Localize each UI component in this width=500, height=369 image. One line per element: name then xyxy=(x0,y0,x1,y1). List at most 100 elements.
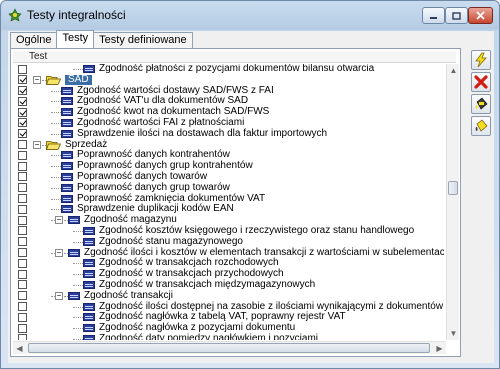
test-icon xyxy=(61,97,73,106)
paint-bucket-yellow-icon xyxy=(475,119,488,132)
tree-connector xyxy=(51,198,61,200)
test-label: SAD xyxy=(65,74,92,86)
test-icon xyxy=(61,86,73,95)
horizontal-scroll-thumb[interactable] xyxy=(28,343,430,353)
row-checkbox[interactable] xyxy=(18,291,27,301)
cancel-button[interactable] xyxy=(471,72,491,92)
select-none-button[interactable] xyxy=(471,116,491,136)
vertical-scroll-thumb[interactable] xyxy=(448,181,458,195)
row-checkbox[interactable] xyxy=(18,194,27,204)
row-checkbox[interactable] xyxy=(18,96,27,106)
collapse-icon[interactable]: − xyxy=(33,140,41,149)
tree-connector xyxy=(51,166,61,168)
scroll-right-icon[interactable]: ▶ xyxy=(433,342,446,355)
row-checkbox[interactable] xyxy=(18,107,27,117)
row-checkbox[interactable] xyxy=(18,140,27,150)
test-icon xyxy=(83,65,95,73)
scroll-left-icon[interactable]: ◀ xyxy=(13,342,26,355)
app-icon xyxy=(8,8,22,22)
test-label: Zgodność daty pomiędzy nagłówkiem i pozy… xyxy=(99,332,318,340)
tests-tab-panel: Test Zgodność płatności z pozycjami doku… xyxy=(10,48,461,357)
collapse-icon[interactable]: − xyxy=(55,248,63,257)
row-checkbox[interactable] xyxy=(18,86,27,96)
row-checkbox[interactable] xyxy=(18,302,27,312)
window-title: Testy integralności xyxy=(27,8,126,22)
row-checkbox[interactable] xyxy=(18,64,27,74)
test-label: Zgodność transakcji xyxy=(84,289,173,301)
test-icon xyxy=(83,302,95,311)
test-label: Zgodność kosztów księgowego i rzeczywist… xyxy=(99,224,415,236)
test-row[interactable]: Sprawdzenie ilości na dostawach dla fakt… xyxy=(13,127,444,140)
tests-tree: Zgodność płatności z pozycjami dokumentó… xyxy=(13,64,444,340)
test-group-row[interactable]: − SAD xyxy=(13,74,444,86)
row-checkbox[interactable] xyxy=(18,226,27,236)
minimize-button[interactable] xyxy=(422,7,445,24)
test-label: Zgodność wartości FAI z płatnościami xyxy=(77,116,245,128)
row-checkbox[interactable] xyxy=(18,237,27,247)
test-icon xyxy=(83,259,95,268)
test-row[interactable]: Zgodność w transakcjach międzymagazynowy… xyxy=(13,279,444,291)
tree-connector xyxy=(73,274,83,276)
tab-tests[interactable]: Testy xyxy=(56,30,95,48)
test-row[interactable]: Zgodność daty pomiędzy nagłówkiem i pozy… xyxy=(13,332,444,340)
row-checkbox[interactable] xyxy=(18,248,27,258)
test-label: Zgodność płatności z pozycjami dokumentó… xyxy=(99,64,375,74)
horizontal-scrollbar[interactable]: ◀ ▶ xyxy=(13,341,446,354)
tree-connector xyxy=(73,284,83,286)
row-checkbox[interactable] xyxy=(18,75,27,85)
paint-bucket-icon xyxy=(475,97,488,110)
tree-connector xyxy=(51,90,61,92)
row-checkbox[interactable] xyxy=(18,258,27,268)
tree-connector xyxy=(73,263,83,265)
test-icon xyxy=(83,334,95,340)
test-row[interactable]: Zgodność stanu magazynowego xyxy=(13,236,444,248)
test-label: Sprawdzenie ilości na dostawach dla fakt… xyxy=(77,127,328,139)
column-header-test[interactable]: Test xyxy=(13,51,456,63)
scroll-up-icon[interactable]: ▲ xyxy=(447,64,460,77)
tree-connector xyxy=(51,209,61,211)
tab-strip: Ogólne Testy Testy definiowane xyxy=(10,30,193,48)
collapse-icon[interactable]: − xyxy=(55,216,63,225)
test-label: Poprawność danych towarów xyxy=(77,170,208,182)
test-group-row[interactable]: − Zgodność transakcji xyxy=(13,289,444,302)
close-icon xyxy=(476,11,485,20)
row-checkbox[interactable] xyxy=(18,150,27,160)
collapse-icon[interactable]: − xyxy=(33,75,41,84)
row-checkbox[interactable] xyxy=(18,204,27,214)
row-checkbox[interactable] xyxy=(18,215,27,225)
row-checkbox[interactable] xyxy=(18,312,27,322)
test-icon xyxy=(83,280,95,289)
row-checkbox[interactable] xyxy=(18,323,27,333)
tree-connector xyxy=(73,230,83,232)
folder-icon xyxy=(46,140,61,150)
row-checkbox[interactable] xyxy=(18,161,27,171)
maximize-button[interactable] xyxy=(445,7,468,24)
row-checkbox[interactable] xyxy=(18,280,27,290)
row-checkbox[interactable] xyxy=(18,129,27,139)
test-row[interactable]: Poprawność danych grup towarów xyxy=(13,182,444,194)
test-icon xyxy=(83,237,95,246)
tree-connector xyxy=(51,122,61,124)
tree-connector xyxy=(73,338,83,340)
tab-general[interactable]: Ogólne xyxy=(10,32,58,48)
row-checkbox[interactable] xyxy=(18,118,27,128)
collapse-icon[interactable]: − xyxy=(55,291,63,300)
tab-defined-tests[interactable]: Testy definiowane xyxy=(93,32,193,48)
test-group-icon xyxy=(68,248,80,257)
title-bar[interactable]: Testy integralności xyxy=(1,1,499,31)
test-row[interactable]: Sprawdzenie duplikacji kodów EAN xyxy=(13,204,444,215)
row-checkbox[interactable] xyxy=(18,269,27,279)
scroll-down-icon[interactable]: ▼ xyxy=(447,327,460,340)
row-checkbox[interactable] xyxy=(18,172,27,182)
folder-icon xyxy=(46,75,61,85)
row-checkbox[interactable] xyxy=(18,334,27,340)
tree-connector xyxy=(73,69,83,70)
run-tests-button[interactable] xyxy=(471,50,491,70)
test-icon xyxy=(61,172,73,181)
close-button[interactable] xyxy=(468,7,493,24)
tree-connector xyxy=(51,133,61,135)
row-checkbox[interactable] xyxy=(18,183,27,193)
test-group-icon xyxy=(68,291,80,300)
select-all-button[interactable] xyxy=(471,94,491,114)
vertical-scrollbar[interactable]: ▲ ▼ xyxy=(446,64,459,340)
